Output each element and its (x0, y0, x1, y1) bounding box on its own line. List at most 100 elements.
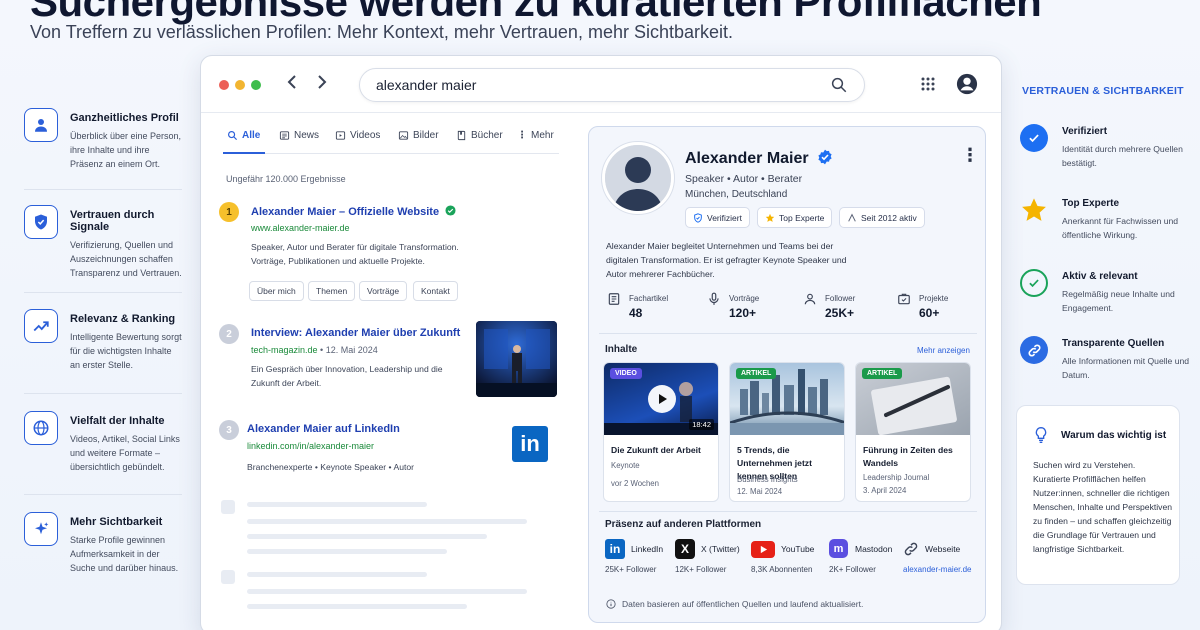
search-icon[interactable] (830, 76, 848, 99)
image-icon (398, 131, 409, 140)
tab-bilder[interactable]: Bilder (398, 130, 439, 141)
tab-mehr[interactable]: ⋮ Mehr (517, 130, 554, 141)
x-twitter-icon: X (675, 539, 695, 559)
placeholder-line (247, 572, 427, 577)
maximize-window-button[interactable] (251, 80, 261, 90)
account-avatar-icon[interactable] (956, 73, 978, 100)
footnote-text: Daten basieren auf öffentlichen Quellen … (622, 599, 864, 609)
badge-top-expert: Top Experte (757, 207, 833, 228)
feature-title: Relevanz & Ranking (70, 313, 176, 325)
show-more-link[interactable]: Mehr anzeigen (917, 346, 970, 355)
trust-title: Verifiziert (1062, 126, 1108, 137)
search-input[interactable] (376, 77, 796, 93)
content-card[interactable]: 18:42 VIDEO Die Zukunft der Arbeit Keyno… (603, 362, 719, 502)
feature-trust-signals: Vertrauen durch Signale Verifizierung, Q… (24, 205, 182, 293)
star-icon (765, 213, 775, 222)
result-thumbnail[interactable] (476, 321, 557, 397)
content-card[interactable]: ARTIKEL Führung in Zeiten des Wandels Le… (855, 362, 971, 502)
star-icon (1020, 196, 1048, 224)
placeholder-line (247, 604, 467, 609)
card-tag: ARTIKEL (862, 368, 903, 379)
person-silhouette-icon (605, 145, 671, 211)
result-desc: Branchenexperte • Keynote Speaker • Auto… (247, 462, 415, 472)
mastodon-icon: m (829, 539, 848, 558)
sitelink-chip[interactable]: Kontakt (413, 281, 458, 301)
result-title[interactable]: Alexander Maier auf LinkedIn (247, 423, 400, 435)
divider (599, 333, 977, 334)
result-desc: Ein Gespräch über Innovation, Leadership… (251, 364, 443, 388)
feature-desc: Intelligente Bewertung sorgt für die wic… (70, 332, 182, 370)
platform-name: Webseite (925, 544, 961, 554)
stat-projects: Projekte 60+ (897, 292, 948, 320)
sitelink-chip[interactable]: Themen (308, 281, 356, 301)
result-url[interactable]: tech-magazin.de (251, 345, 318, 355)
tab-label: Bilder (413, 130, 439, 141)
activity-icon (848, 213, 856, 222)
stat-value: 120+ (729, 306, 757, 320)
card-tag: ARTIKEL (736, 368, 777, 379)
tab-label: Mehr (531, 130, 554, 141)
sparkle-icon (24, 512, 58, 546)
document-icon (608, 293, 620, 305)
search-result: 2 Interview: Alexander Maier über Zukunf… (219, 321, 559, 404)
trend-icon (24, 309, 58, 343)
trust-item-top-expert: Top Experte Anerkannt für Fachwissen und… (1020, 196, 1192, 242)
play-icon[interactable] (648, 385, 676, 413)
briefcase-check-icon (898, 293, 910, 305)
trust-desc: Regelmäßig neue Inhalte und Engagement. (1062, 289, 1175, 313)
search-icon (228, 131, 238, 141)
platform-name: LinkedIn (631, 544, 664, 554)
lightbulb-icon (1033, 426, 1049, 449)
result-title[interactable]: Interview: Alexander Maier über Zukunft (251, 327, 460, 339)
result-url[interactable]: www.alexander-maier.de (251, 223, 350, 233)
trust-item-sources: Transparente Quellen Alle Informationen … (1020, 336, 1192, 382)
minimize-window-button[interactable] (235, 80, 245, 90)
trust-title: Transparente Quellen (1062, 338, 1165, 349)
sitelink-chip[interactable]: Über mich (249, 281, 304, 301)
feature-desc: Überblick über eine Person, ihre Inhalte… (70, 131, 182, 169)
check-circle-icon (1020, 269, 1048, 297)
shield-check-icon (694, 212, 702, 223)
platform-stat: 25K+ Follower (605, 565, 657, 574)
feature-relevance: Relevanz & Ranking Intelligente Bewertun… (24, 309, 182, 394)
feature-desc: Starke Profile gewinnen Aufmerksamkeit i… (70, 535, 179, 573)
badge-active-since: Seit 2012 aktiv (839, 207, 925, 228)
trust-item-active: Aktiv & relevant Regelmäßig neue Inhalte… (1020, 269, 1192, 315)
avatar (601, 141, 675, 215)
tab-videos[interactable]: Videos (335, 130, 380, 141)
result-desc: Speaker, Autor und Berater für digitale … (251, 242, 459, 266)
card-title: Führung in Zeiten des Wandels (863, 445, 953, 468)
browser-titlebar (201, 56, 1001, 113)
video-duration: 18:42 (689, 419, 714, 430)
platform-url[interactable]: alexander-maier.de (903, 565, 971, 574)
why-title: Warum das wichtig ist (1061, 430, 1167, 441)
result-title-link[interactable]: Alexander Maier – Offizielle Website (251, 205, 456, 218)
tab-news[interactable]: News (279, 130, 319, 141)
tab-alle[interactable]: Alle (227, 130, 260, 141)
trust-desc: Identität durch mehrere Quellen bestätig… (1062, 144, 1183, 168)
search-bar[interactable] (359, 68, 865, 102)
content-section-title: Inhalte (605, 344, 638, 355)
forward-arrow-icon[interactable] (315, 72, 329, 98)
linkedin-logo-icon[interactable]: in (512, 426, 548, 462)
subheadline: Von Treffern zu verlässlichen Profilen: … (30, 22, 734, 42)
why-it-matters-box: Warum das wichtig ist Suchen wird zu Ver… (1016, 405, 1180, 585)
feature-holistic-profile: Ganzheitliches Profil Überblick über ein… (24, 108, 182, 190)
tab-buecher[interactable]: Bücher (456, 130, 503, 141)
sitelink-chip[interactable]: Vorträge (359, 281, 408, 301)
stat-followers: Follower 25K+ (803, 292, 855, 320)
back-arrow-icon[interactable] (285, 72, 299, 98)
check-icon (1020, 124, 1048, 152)
book-icon (457, 130, 466, 141)
close-window-button[interactable] (219, 80, 229, 90)
microphone-icon (709, 292, 719, 305)
content-card[interactable]: ARTIKEL 5 Trends, die Unternehmen jetzt … (729, 362, 845, 502)
apps-grid-icon[interactable] (921, 77, 935, 96)
divider (599, 511, 977, 512)
more-options-icon[interactable]: ⋮ (961, 145, 979, 166)
search-result: 3 Alexander Maier auf LinkedIn linkedin.… (219, 420, 559, 480)
card-date: vor 2 Wochen (611, 479, 659, 488)
result-url[interactable]: linkedin.com/in/alexander-maier (247, 441, 374, 451)
active-tab-indicator (223, 152, 265, 154)
youtube-icon (751, 541, 775, 558)
